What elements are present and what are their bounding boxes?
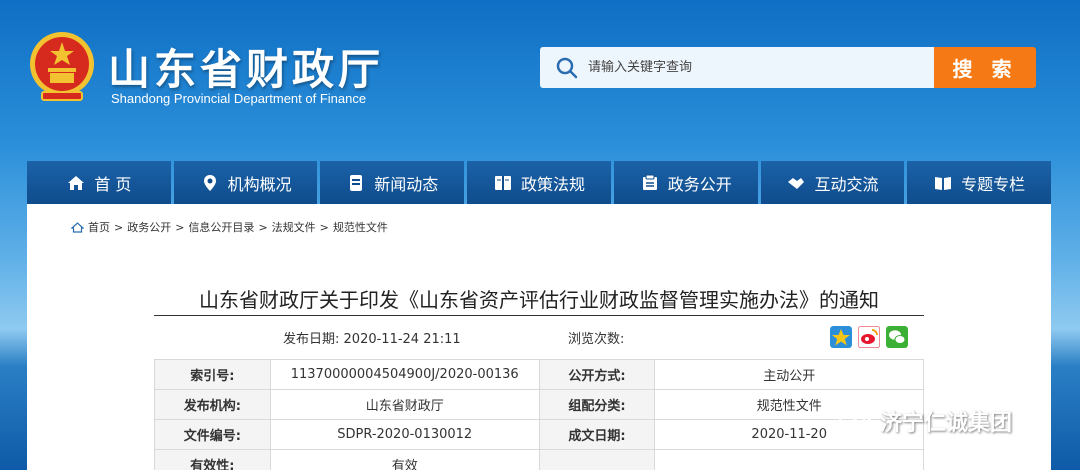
- search-box: [540, 47, 934, 88]
- nav-label: 专题专栏: [961, 174, 1026, 194]
- notice-board-icon: [642, 174, 657, 190]
- article-title: 山东省财政厅关于印发《山东省资产评估行业财政监督管理实施办法》的通知: [199, 288, 879, 312]
- site-title: 山东省财政厅: [108, 45, 385, 94]
- main-nav: 首 页 机构概况 新闻动态 政策法规 政务公开 互动交流 专题专栏: [27, 161, 1052, 204]
- wechat-logo-icon: [839, 407, 873, 434]
- table-cell-label: 公开方式:: [538, 359, 656, 390]
- weibo-icon[interactable]: [858, 326, 880, 348]
- open-book-icon: [935, 176, 952, 190]
- share-buttons: [830, 326, 908, 348]
- breadcrumb-item-home[interactable]: 首页: [88, 219, 110, 235]
- wechat-icon[interactable]: [886, 326, 908, 348]
- handshake-icon: [788, 177, 805, 189]
- location-pin-icon: [203, 174, 216, 191]
- document-info-table: 索引号: 11370000004504900J/2020-00136 公开方式:…: [154, 359, 924, 470]
- nav-label: 首 页: [94, 174, 132, 194]
- nav-item-home[interactable]: 首 页: [27, 161, 171, 204]
- breadcrumb: 首页 > 政务公开 > 信息公开目录 > 法规文件 > 规范性文件: [71, 219, 388, 235]
- search-icon: [556, 57, 578, 78]
- search-input[interactable]: [588, 60, 908, 75]
- breadcrumb-separator: >: [319, 220, 329, 234]
- home-icon: [71, 221, 84, 233]
- view-count: 浏览次数:: [568, 328, 624, 347]
- nav-label: 互动交流: [814, 174, 879, 194]
- nav-item-news[interactable]: 新闻动态: [320, 161, 465, 204]
- publish-date: 发布日期: 2020-11-24 21:11: [283, 328, 461, 347]
- nav-item-interaction[interactable]: 互动交流: [760, 161, 905, 204]
- qzone-star-icon[interactable]: [830, 326, 852, 348]
- table-row: 索引号: 11370000004504900J/2020-00136 公开方式:…: [154, 359, 924, 390]
- site-header: 山东省财政厅 Shandong Provincial Department of…: [0, 0, 1080, 160]
- table-row: 发布机构: 山东省财政厅 组配分类: 规范性文件: [154, 389, 924, 420]
- nav-label: 政策法规: [521, 174, 586, 194]
- publish-date-value: 2020-11-24 21:11: [343, 332, 461, 347]
- table-cell-value: 主动公开: [654, 359, 924, 390]
- nav-label: 政务公开: [667, 174, 732, 194]
- site-subtitle: Shandong Provincial Department of Financ…: [111, 91, 367, 106]
- view-count-label: 浏览次数:: [568, 332, 625, 347]
- table-row: 有效性: 有效: [154, 449, 924, 470]
- table-cell-label: 组配分类:: [538, 389, 656, 420]
- table-cell-label: [538, 449, 656, 470]
- national-emblem-icon: [30, 32, 94, 101]
- table-cell-value: [654, 449, 924, 470]
- table-cell-value: 11370000004504900J/2020-00136: [269, 359, 540, 390]
- breadcrumb-separator: >: [258, 220, 268, 234]
- nav-label: 新闻动态: [374, 174, 439, 194]
- table-row: 文件编号: SDPR-2020-0130012 成文日期: 2020-11-20: [154, 419, 924, 450]
- nav-item-special-topics[interactable]: 专题专栏: [907, 161, 1052, 204]
- table-cell-value: SDPR-2020-0130012: [269, 419, 540, 450]
- table-cell-value: 有效: [269, 449, 540, 470]
- search-button[interactable]: 搜 索: [934, 47, 1036, 88]
- publish-date-label: 发布日期:: [283, 332, 340, 347]
- table-cell-label: 有效性:: [154, 449, 271, 470]
- nav-item-about[interactable]: 机构概况: [173, 161, 318, 204]
- home-icon: [68, 175, 85, 190]
- document-icon: [350, 174, 363, 191]
- breadcrumb-item-normative-docs[interactable]: 规范性文件: [333, 219, 388, 235]
- table-cell-label: 索引号:: [154, 359, 271, 390]
- table-cell-value: 山东省财政厅: [269, 389, 540, 420]
- table-cell-label: 成文日期:: [538, 419, 656, 450]
- breadcrumb-item-info-directory[interactable]: 信息公开目录: [188, 219, 254, 235]
- nav-label: 机构概况: [227, 174, 292, 194]
- nav-item-public-affairs[interactable]: 政务公开: [613, 161, 758, 204]
- breadcrumb-item-regulations[interactable]: 法规文件: [272, 219, 316, 235]
- breadcrumb-item-public-affairs[interactable]: 政务公开: [127, 219, 171, 235]
- breadcrumb-separator: >: [175, 220, 185, 234]
- watermark-text: 济宁仁诚集团: [880, 411, 1013, 436]
- book-icon: [495, 175, 511, 190]
- table-cell-label: 文件编号:: [154, 419, 271, 450]
- table-cell-label: 发布机构:: [154, 389, 271, 420]
- nav-item-policy[interactable]: 政策法规: [467, 161, 611, 204]
- watermark: 济宁仁诚集团: [838, 405, 1012, 437]
- breadcrumb-separator: >: [114, 220, 124, 234]
- title-divider: [154, 315, 924, 316]
